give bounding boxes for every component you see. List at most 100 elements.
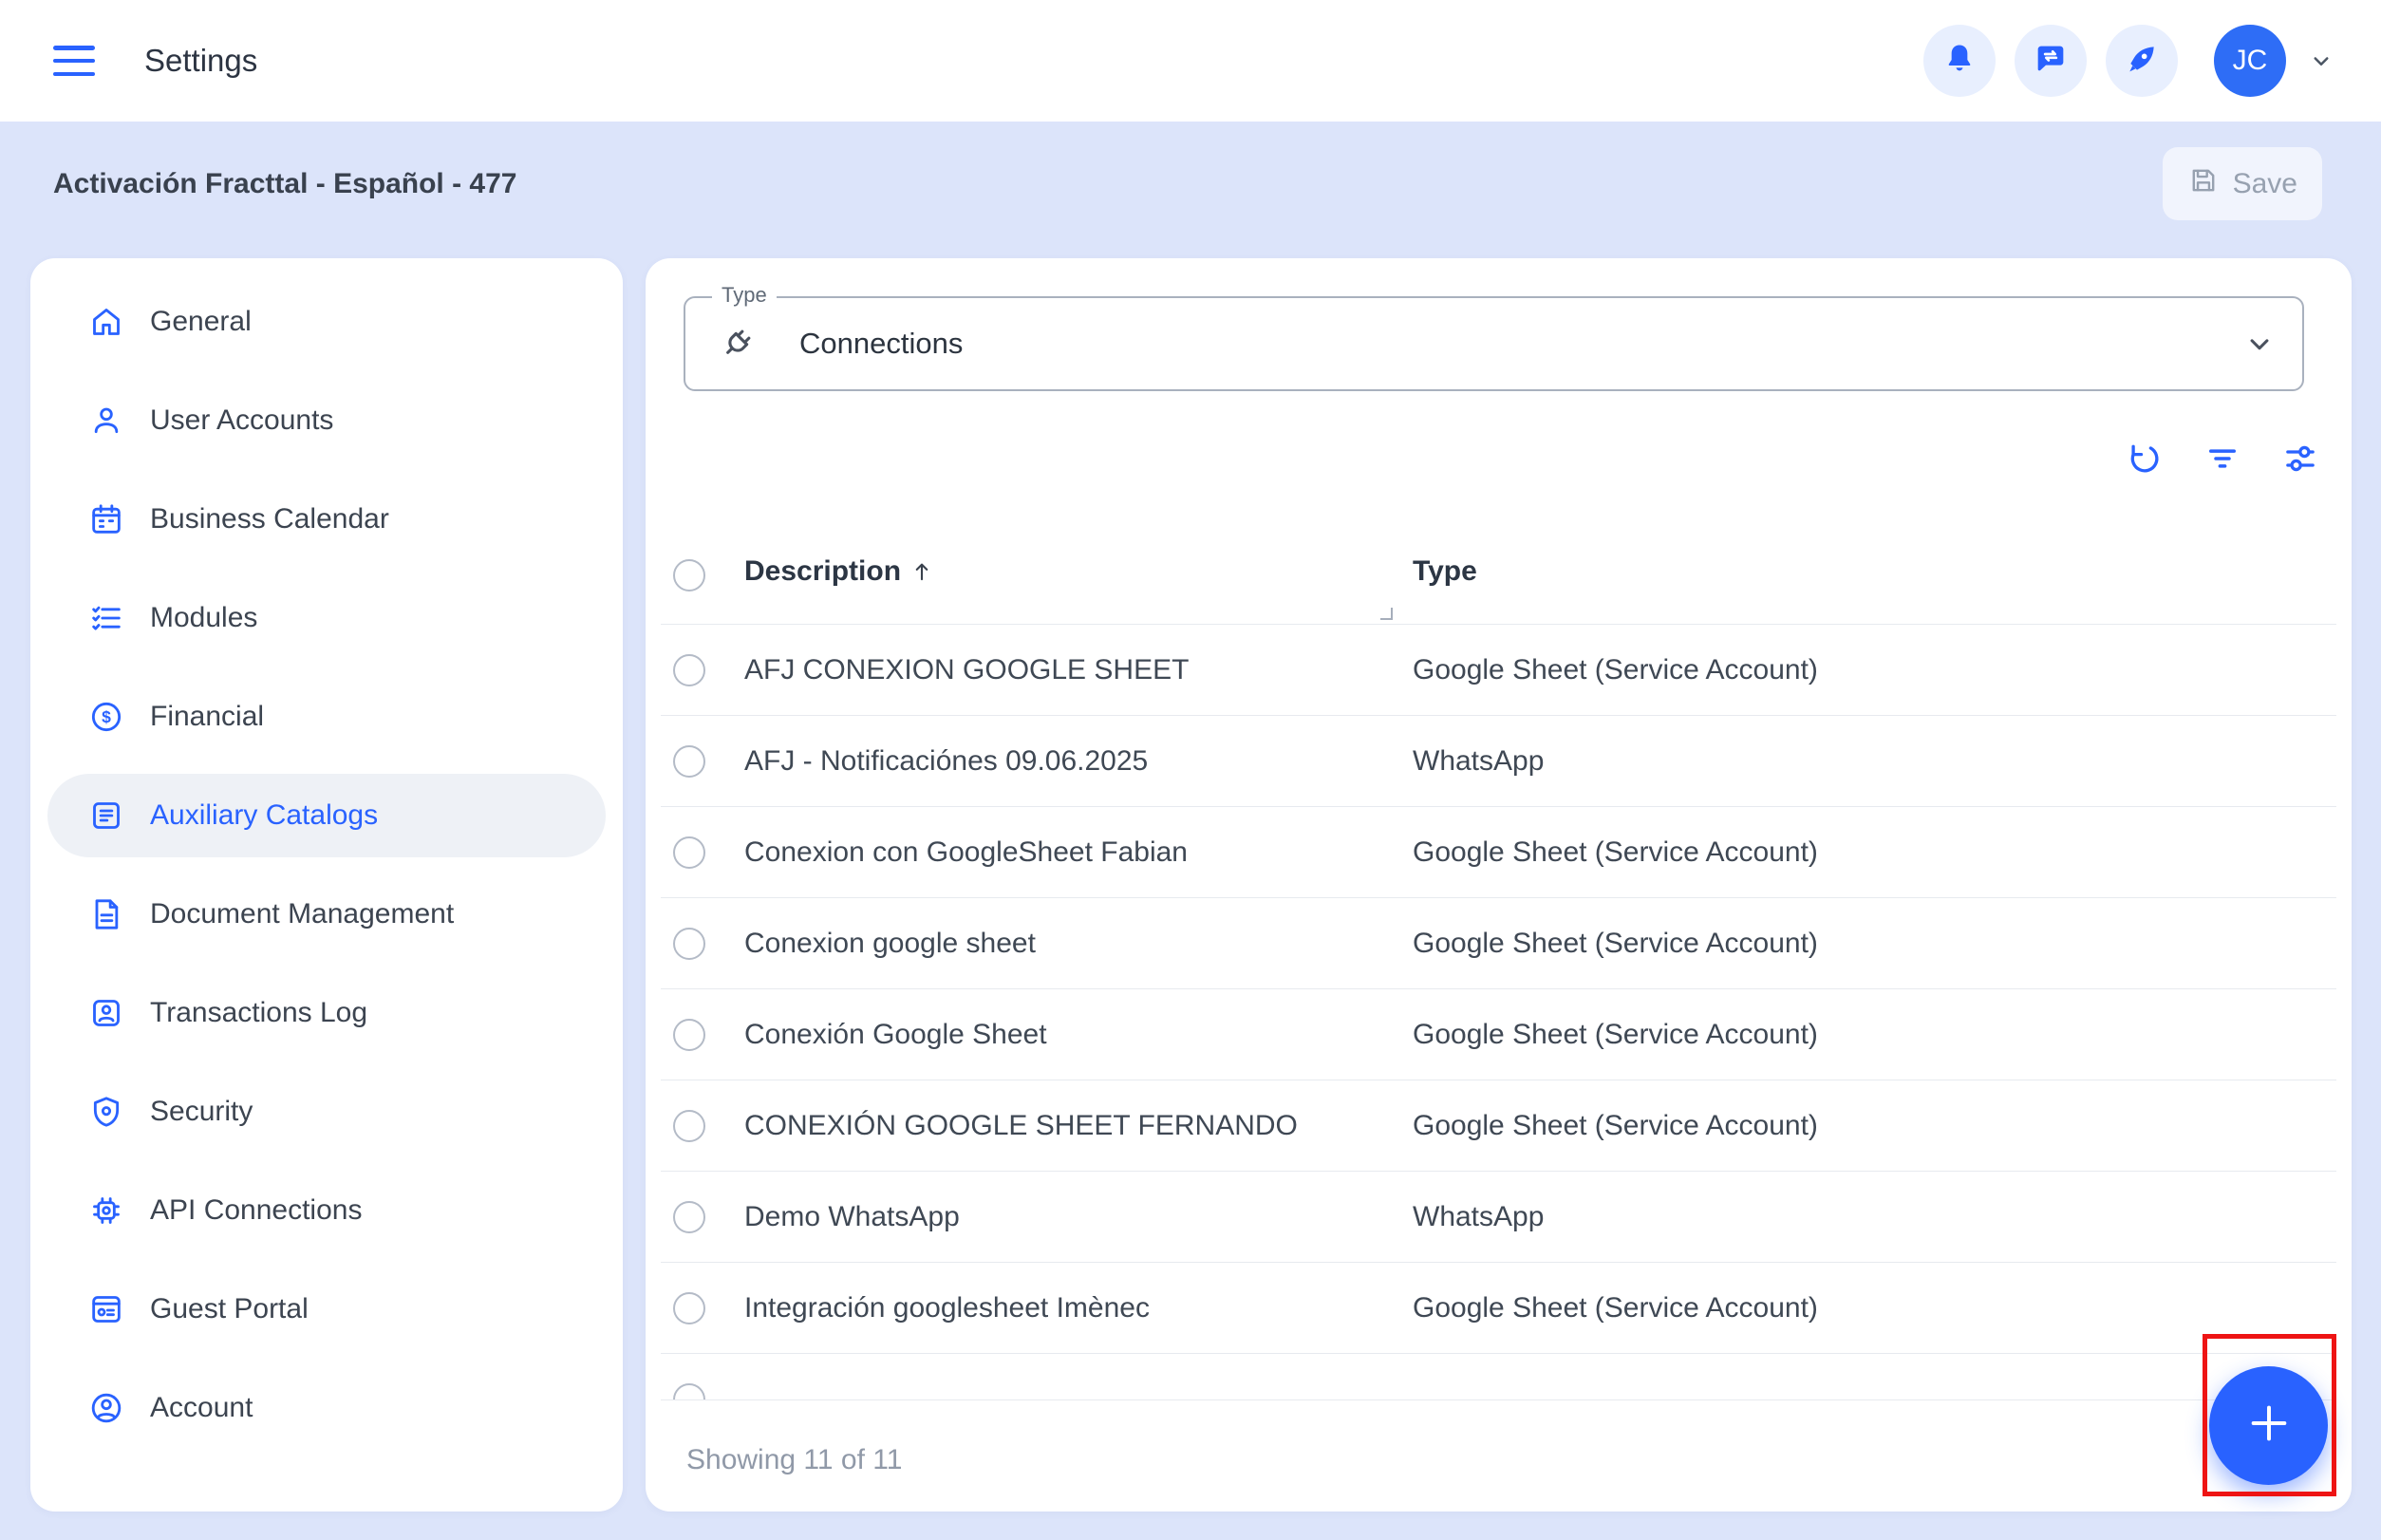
row-checkbox[interactable]	[673, 1383, 705, 1399]
chat-sync-button[interactable]	[2015, 25, 2087, 97]
row-description: Conexión Google Sheet	[744, 1019, 1047, 1051]
row-checkbox[interactable]	[673, 1292, 705, 1324]
sidebar-item-label: Guest Portal	[150, 1293, 309, 1325]
add-button[interactable]	[2209, 1366, 2328, 1485]
sidebar-item-general[interactable]: General	[47, 280, 606, 364]
sidebar-item-label: Security	[150, 1096, 253, 1128]
modules-icon	[87, 599, 125, 637]
table-row[interactable]: Conexion con GoogleSheet Fabian Google S…	[661, 807, 2336, 898]
save-button[interactable]: Save	[2163, 147, 2322, 220]
sidebar-item-security[interactable]: Security	[47, 1070, 606, 1154]
sidebar-item-label: API Connections	[150, 1194, 362, 1227]
row-description: Demo WhatsApp	[744, 1201, 960, 1233]
row-description: Conexion google sheet	[744, 928, 1036, 960]
table-row[interactable]: Integración googlesheet Imènec Google Sh…	[661, 1263, 2336, 1354]
view-settings-icon[interactable]	[2280, 439, 2320, 479]
row-type: Google Sheet (Service Account)	[1413, 1292, 1818, 1324]
connections-table: Description Type AFJ CONEXION GOOGLE SHE…	[661, 479, 2336, 1520]
transactions-icon	[87, 994, 125, 1032]
sidebar-item-guest-portal[interactable]: Guest Portal	[47, 1268, 606, 1351]
financial-icon: $	[87, 698, 125, 736]
rocket-button[interactable]	[2106, 25, 2178, 97]
table-row[interactable]: Conexion google sheet Google Sheet (Serv…	[661, 898, 2336, 989]
refresh-icon[interactable]	[2125, 439, 2165, 479]
user-accounts-icon	[87, 402, 125, 440]
security-icon	[87, 1093, 125, 1131]
sidebar-item-user-accounts[interactable]: User Accounts	[47, 379, 606, 462]
top-bar-actions: JC	[1923, 25, 2335, 97]
sidebar-item-label: User Accounts	[150, 404, 333, 437]
sidebar-item-api-connections[interactable]: API Connections	[47, 1169, 606, 1252]
sidebar-item-label: Business Calendar	[150, 503, 389, 535]
plus-icon	[2242, 1397, 2296, 1455]
row-checkbox[interactable]	[673, 928, 705, 960]
table-footer: Showing 11 of 11	[661, 1399, 2336, 1520]
menu-icon[interactable]	[53, 46, 95, 76]
rocket-icon	[2123, 40, 2161, 83]
page-title: Settings	[144, 43, 257, 79]
row-description: Integración googlesheet Imènec	[744, 1292, 1150, 1324]
connection-plug-icon	[716, 323, 758, 365]
sidebar-menu: General User Accounts Business Calendar …	[30, 280, 623, 1450]
notifications-button[interactable]	[1923, 25, 1996, 97]
row-description: AFJ - Notificaciónes 09.06.2025	[744, 745, 1148, 778]
table-row[interactable]: AFJ - Notificaciónes 09.06.2025 WhatsApp	[661, 716, 2336, 807]
table-row-partial[interactable]	[661, 1354, 2336, 1399]
settings-sidebar: General User Accounts Business Calendar …	[30, 258, 623, 1512]
sidebar-item-document-management[interactable]: Document Management	[47, 873, 606, 956]
row-checkbox[interactable]	[673, 654, 705, 686]
main-panel: Type Connections Description	[646, 258, 2352, 1512]
table-row[interactable]: Conexión Google Sheet Google Sheet (Serv…	[661, 989, 2336, 1080]
sidebar-item-modules[interactable]: Modules	[47, 576, 606, 660]
api-icon	[87, 1192, 125, 1230]
type-select[interactable]: Type Connections	[684, 296, 2304, 391]
svg-text:$: $	[102, 707, 111, 726]
chevron-down-icon	[2241, 326, 2278, 362]
row-checkbox[interactable]	[673, 1019, 705, 1051]
save-button-label: Save	[2233, 168, 2297, 200]
table-row[interactable]: AFJ CONEXION GOOGLE SHEET Google Sheet (…	[661, 625, 2336, 716]
top-bar: Settings JC	[0, 0, 2381, 122]
row-checkbox[interactable]	[673, 1201, 705, 1233]
sub-header: Activación Fracttal - Español - 477 Save	[0, 122, 2381, 246]
bell-icon	[1940, 40, 1978, 83]
sidebar-item-account[interactable]: Account	[47, 1366, 606, 1450]
row-checkbox[interactable]	[673, 1110, 705, 1142]
sidebar-item-financial[interactable]: $ Financial	[47, 675, 606, 759]
sidebar-item-label: Document Management	[150, 898, 454, 930]
breadcrumb: Activación Fracttal - Español - 477	[53, 168, 516, 200]
table-row[interactable]: CONEXIÓN GOOGLE SHEET FERNANDO Google Sh…	[661, 1080, 2336, 1172]
table-header: Description Type	[661, 479, 2336, 625]
filter-icon[interactable]	[2203, 439, 2242, 479]
select-all-checkbox[interactable]	[673, 559, 705, 592]
row-type: WhatsApp	[1413, 745, 1544, 778]
row-type: Google Sheet (Service Account)	[1413, 836, 1818, 869]
row-checkbox[interactable]	[673, 836, 705, 869]
sidebar-item-business-calendar[interactable]: Business Calendar	[47, 478, 606, 561]
sidebar-item-auxiliary-catalogs[interactable]: Auxiliary Catalogs	[47, 774, 606, 857]
avatar[interactable]: JC	[2214, 25, 2286, 97]
sidebar-item-label: Modules	[150, 602, 257, 634]
row-type: Google Sheet (Service Account)	[1413, 1110, 1818, 1142]
row-type: Google Sheet (Service Account)	[1413, 654, 1818, 686]
row-description: Conexion con GoogleSheet Fabian	[744, 836, 1188, 869]
row-description: AFJ CONEXION GOOGLE SHEET	[744, 654, 1189, 686]
row-checkbox[interactable]	[673, 745, 705, 778]
account-icon	[87, 1389, 125, 1427]
catalogs-icon	[87, 797, 125, 835]
column-resize-handle[interactable]	[1380, 608, 1393, 620]
chat-sync-icon	[2032, 40, 2070, 83]
type-select-value: Connections	[799, 327, 963, 361]
sidebar-item-label: Auxiliary Catalogs	[150, 799, 378, 832]
guest-portal-icon	[87, 1290, 125, 1328]
type-select-label: Type	[712, 283, 777, 308]
sidebar-item-label: Financial	[150, 701, 264, 733]
sidebar-item-transactions-log[interactable]: Transactions Log	[47, 971, 606, 1055]
column-header-description[interactable]: Description	[744, 555, 935, 588]
table-row[interactable]: Demo WhatsApp WhatsApp	[661, 1172, 2336, 1263]
chevron-down-icon[interactable]	[2307, 47, 2335, 75]
row-description: CONEXIÓN GOOGLE SHEET FERNANDO	[744, 1110, 1298, 1142]
save-icon	[2187, 164, 2220, 204]
sidebar-item-label: Account	[150, 1392, 253, 1424]
column-header-type[interactable]: Type	[1413, 555, 1477, 588]
